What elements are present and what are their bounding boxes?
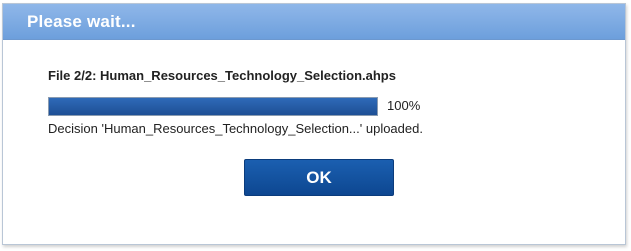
upload-status-text: Decision 'Human_Resources_Technology_Sel…	[48, 121, 423, 136]
upload-progress-bar	[48, 97, 378, 116]
ok-button[interactable]: OK	[244, 159, 394, 196]
upload-progress-dialog: Please wait... File 2/2: Human_Resources…	[2, 3, 626, 245]
progress-bar-fill	[49, 98, 377, 115]
file-label: File 2/2: Human_Resources_Technology_Sel…	[48, 68, 396, 83]
progress-percent: 100%	[387, 98, 421, 113]
dialog-titlebar: Please wait...	[3, 4, 625, 40]
dialog-title: Please wait...	[27, 12, 136, 31]
